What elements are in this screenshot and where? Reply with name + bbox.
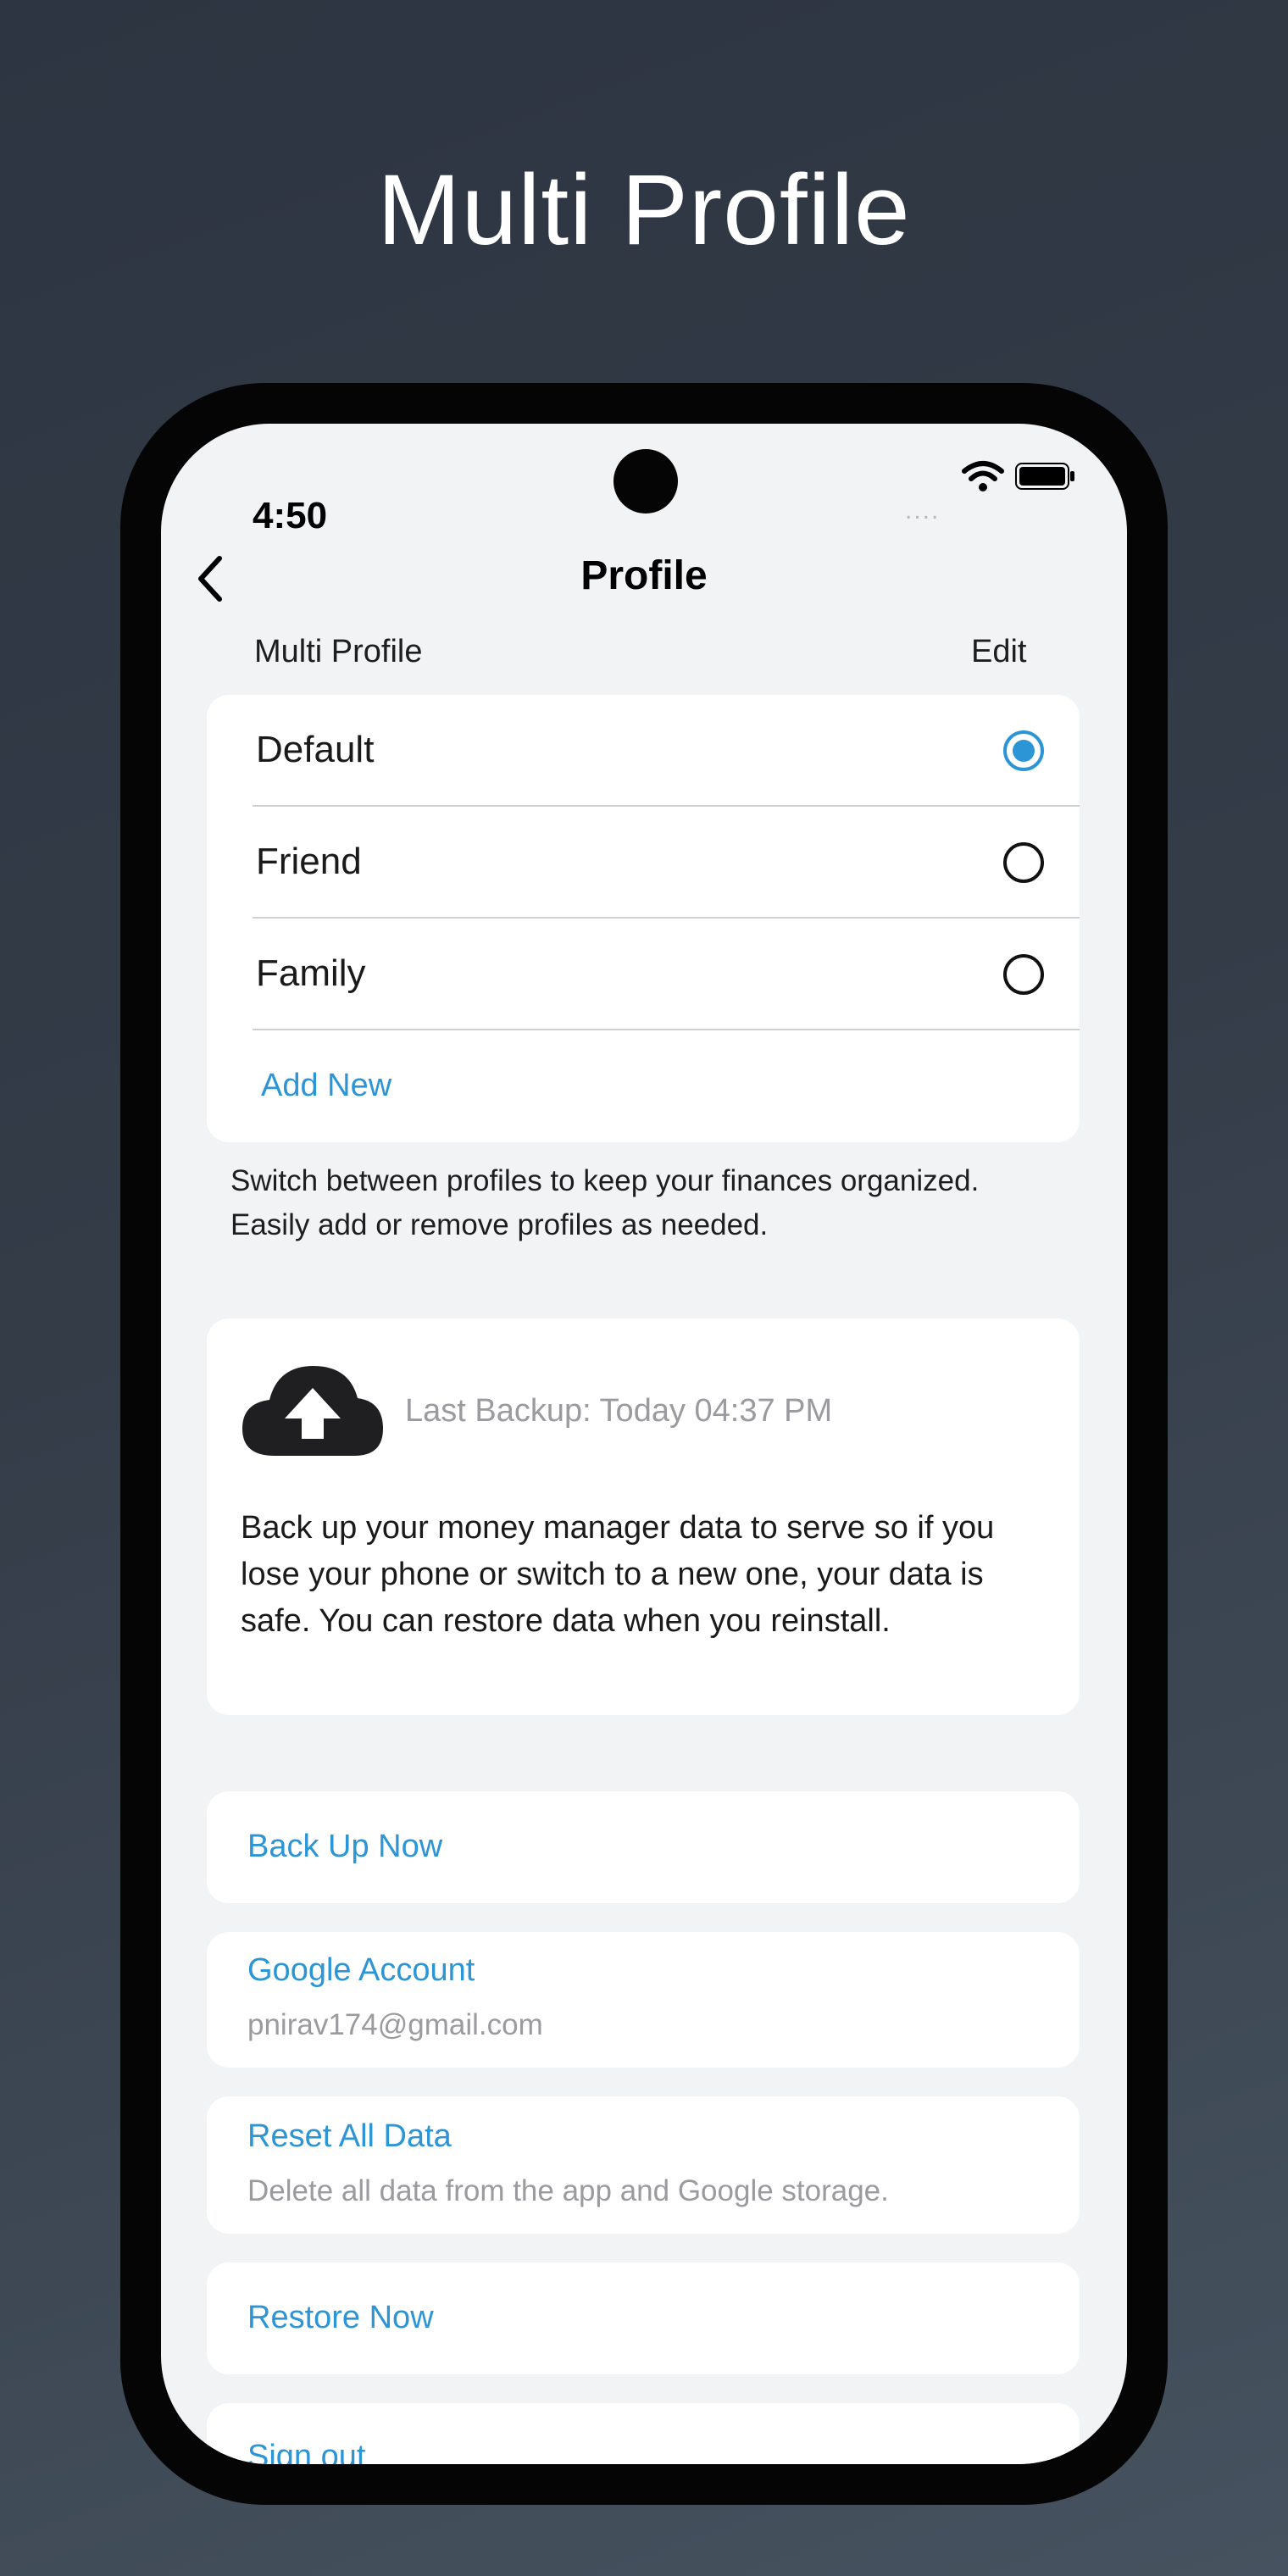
google-account-email: pnirav174@gmail.com bbox=[247, 2008, 543, 2041]
back-up-now-card[interactable]: Back Up Now bbox=[207, 1791, 1080, 1903]
row-divider bbox=[253, 1029, 1080, 1030]
status-time: 4:50 bbox=[253, 495, 328, 536]
profile-label: Default bbox=[256, 729, 375, 770]
radio-unselected-icon[interactable] bbox=[1002, 841, 1046, 885]
google-account-title[interactable]: Google Account bbox=[247, 1952, 475, 1989]
radio-selected-icon[interactable] bbox=[1002, 729, 1046, 773]
google-account-card[interactable]: Google Account pnirav174@gmail.com bbox=[207, 1932, 1080, 2068]
backup-info-card: Last Backup: Today 04:37 PM Back up your… bbox=[207, 1319, 1080, 1715]
profile-option-family[interactable]: Family bbox=[207, 919, 1080, 1030]
profile-label: Friend bbox=[256, 841, 362, 882]
front-camera bbox=[613, 449, 678, 514]
sign-out-button[interactable]: Sign out bbox=[247, 2439, 365, 2464]
back-up-now-button[interactable]: Back Up Now bbox=[247, 1829, 442, 1865]
add-new-profile-button[interactable]: Add New bbox=[261, 1068, 391, 1104]
restore-now-card[interactable]: Restore Now bbox=[207, 2262, 1080, 2374]
signal-icon: .... bbox=[905, 497, 941, 525]
restore-now-button[interactable]: Restore Now bbox=[247, 2300, 434, 2336]
reset-all-data-title[interactable]: Reset All Data bbox=[247, 2118, 452, 2155]
backup-description: Back up your money manager data to serve… bbox=[241, 1510, 995, 1639]
profiles-card: Default Friend Family Add New bbox=[207, 695, 1080, 1142]
page-title: Profile bbox=[580, 553, 708, 598]
reset-all-data-card[interactable]: Reset All Data Delete all data from the … bbox=[207, 2096, 1080, 2234]
profile-label: Family bbox=[256, 952, 366, 994]
app-screen: 4:50 .... Profile Multi Profile Edit Def… bbox=[161, 424, 1127, 2464]
edit-button[interactable]: Edit bbox=[971, 634, 1026, 670]
radio-unselected-icon[interactable] bbox=[1002, 952, 1046, 997]
wifi-icon bbox=[962, 461, 1004, 491]
profile-option-friend[interactable]: Friend bbox=[207, 807, 1080, 919]
phone-frame: 4:50 .... Profile Multi Profile Edit Def… bbox=[120, 383, 1168, 2505]
last-backup-text: Last Backup: Today 04:37 PM bbox=[405, 1393, 833, 1429]
sign-out-card[interactable]: Sign out bbox=[207, 2403, 1080, 2464]
battery-icon bbox=[1015, 463, 1074, 490]
profile-option-default[interactable]: Default bbox=[207, 695, 1080, 807]
promo-headline: Multi Profile bbox=[377, 154, 911, 266]
cloud-upload-icon bbox=[242, 1366, 383, 1456]
reset-all-data-subtitle: Delete all data from the app and Google … bbox=[247, 2174, 889, 2207]
multi-profile-section-label: Multi Profile bbox=[254, 634, 423, 669]
profiles-description: Switch between profiles to keep your fin… bbox=[230, 1164, 980, 1241]
